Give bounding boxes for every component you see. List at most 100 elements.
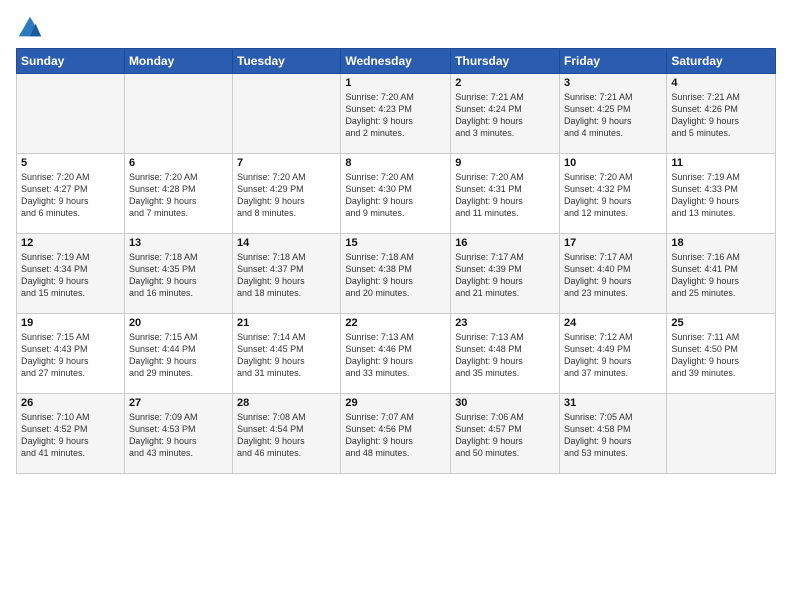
- day-content: Sunrise: 7:09 AM Sunset: 4:53 PM Dayligh…: [129, 411, 228, 460]
- calendar-weekday-header: Monday: [124, 49, 232, 74]
- day-content: Sunrise: 7:15 AM Sunset: 4:44 PM Dayligh…: [129, 331, 228, 380]
- calendar-weekday-header: Thursday: [451, 49, 560, 74]
- day-content: Sunrise: 7:18 AM Sunset: 4:37 PM Dayligh…: [237, 251, 336, 300]
- day-content: Sunrise: 7:20 AM Sunset: 4:32 PM Dayligh…: [564, 171, 662, 220]
- day-number: 1: [345, 77, 446, 89]
- calendar-cell: 20 Sunrise: 7:15 AM Sunset: 4:44 PM Dayli…: [124, 314, 232, 394]
- day-number: 25: [671, 317, 771, 329]
- day-number: 11: [671, 157, 771, 169]
- calendar-cell: [667, 394, 776, 474]
- calendar-cell: 19Sunrise: 7:15 AM Sunset: 4:43 PM Dayli…: [17, 314, 125, 394]
- day-number: 23: [455, 317, 555, 329]
- day-content: Sunrise: 7:08 AM Sunset: 4:54 PM Dayligh…: [237, 411, 336, 460]
- calendar-cell: [233, 74, 341, 154]
- day-number: 30: [455, 397, 555, 409]
- calendar-weekday-header: Sunday: [17, 49, 125, 74]
- calendar-cell: 17 Sunrise: 7:17 AM Sunset: 4:40 PM Dayli…: [560, 234, 667, 314]
- calendar-cell: 27 Sunrise: 7:09 AM Sunset: 4:53 PM Dayli…: [124, 394, 232, 474]
- day-number: 4: [671, 77, 771, 89]
- calendar-weekday-header: Wednesday: [341, 49, 451, 74]
- calendar-cell: 14 Sunrise: 7:18 AM Sunset: 4:37 PM Dayli…: [233, 234, 341, 314]
- calendar-weekday-header: Saturday: [667, 49, 776, 74]
- calendar-cell: 18 Sunrise: 7:16 AM Sunset: 4:41 PM Dayli…: [667, 234, 776, 314]
- logo-icon: [16, 14, 44, 42]
- day-content: Sunrise: 7:17 AM Sunset: 4:39 PM Dayligh…: [455, 251, 555, 300]
- calendar-cell: 12 Sunrise: 7:19 AM Sunset: 4:34 PM Dayli…: [17, 234, 125, 314]
- calendar-cell: 8 Sunrise: 7:20 AM Sunset: 4:30 PM Daylig…: [341, 154, 451, 234]
- main-container: SundayMondayTuesdayWednesdayThursdayFrid…: [0, 0, 792, 612]
- calendar-weekday-header: Friday: [560, 49, 667, 74]
- day-number: 18: [671, 237, 771, 249]
- calendar-cell: 23 Sunrise: 7:13 AM Sunset: 4:48 PM Dayli…: [451, 314, 560, 394]
- calendar-week-row: 1 Sunrise: 7:20 AM Sunset: 4:23 PM Daylig…: [17, 74, 776, 154]
- day-number: 16: [455, 237, 555, 249]
- calendar-cell: 5 Sunrise: 7:20 AM Sunset: 4:27 PM Daylig…: [17, 154, 125, 234]
- day-number: 17: [564, 237, 662, 249]
- day-content: Sunrise: 7:20 AM Sunset: 4:31 PM Dayligh…: [455, 171, 555, 220]
- calendar-cell: 10 Sunrise: 7:20 AM Sunset: 4:32 PM Dayli…: [560, 154, 667, 234]
- day-number: 15: [345, 237, 446, 249]
- calendar-cell: 3 Sunrise: 7:21 AM Sunset: 4:25 PM Daylig…: [560, 74, 667, 154]
- calendar-table: SundayMondayTuesdayWednesdayThursdayFrid…: [16, 48, 776, 474]
- day-number: 20: [129, 317, 228, 329]
- day-content: Sunrise: 7:20 AM Sunset: 4:28 PM Dayligh…: [129, 171, 228, 220]
- day-content: Sunrise: 7:20 AM Sunset: 4:23 PM Dayligh…: [345, 91, 446, 140]
- day-content: Sunrise: 7:10 AM Sunset: 4:52 PM Dayligh…: [21, 411, 120, 460]
- day-number: 28: [237, 397, 336, 409]
- day-content: Sunrise: 7:20 AM Sunset: 4:27 PM Dayligh…: [21, 171, 120, 220]
- day-content: Sunrise: 7:19 AM Sunset: 4:34 PM Dayligh…: [21, 251, 120, 300]
- day-number: 10: [564, 157, 662, 169]
- logo: [16, 14, 48, 42]
- day-content: Sunrise: 7:17 AM Sunset: 4:40 PM Dayligh…: [564, 251, 662, 300]
- day-number: 6: [129, 157, 228, 169]
- day-content: Sunrise: 7:19 AM Sunset: 4:33 PM Dayligh…: [671, 171, 771, 220]
- day-number: 13: [129, 237, 228, 249]
- calendar-header-row: SundayMondayTuesdayWednesdayThursdayFrid…: [17, 49, 776, 74]
- calendar-cell: 4 Sunrise: 7:21 AM Sunset: 4:26 PM Daylig…: [667, 74, 776, 154]
- day-content: Sunrise: 7:21 AM Sunset: 4:25 PM Dayligh…: [564, 91, 662, 140]
- day-number: 2: [455, 77, 555, 89]
- day-content: Sunrise: 7:21 AM Sunset: 4:26 PM Dayligh…: [671, 91, 771, 140]
- day-content: Sunrise: 7:13 AM Sunset: 4:46 PM Dayligh…: [345, 331, 446, 380]
- day-content: Sunrise: 7:20 AM Sunset: 4:29 PM Dayligh…: [237, 171, 336, 220]
- day-content: Sunrise: 7:13 AM Sunset: 4:48 PM Dayligh…: [455, 331, 555, 380]
- day-content: Sunrise: 7:11 AM Sunset: 4:50 PM Dayligh…: [671, 331, 771, 380]
- calendar-cell: 26 Sunrise: 7:10 AM Sunset: 4:52 PM Dayli…: [17, 394, 125, 474]
- day-number: 27: [129, 397, 228, 409]
- day-content: Sunrise: 7:16 AM Sunset: 4:41 PM Dayligh…: [671, 251, 771, 300]
- calendar-week-row: 19Sunrise: 7:15 AM Sunset: 4:43 PM Dayli…: [17, 314, 776, 394]
- calendar-weekday-header: Tuesday: [233, 49, 341, 74]
- calendar-cell: 25 Sunrise: 7:11 AM Sunset: 4:50 PM Dayli…: [667, 314, 776, 394]
- day-content: Sunrise: 7:18 AM Sunset: 4:38 PM Dayligh…: [345, 251, 446, 300]
- day-number: 12: [21, 237, 120, 249]
- day-content: Sunrise: 7:14 AM Sunset: 4:45 PM Dayligh…: [237, 331, 336, 380]
- calendar-cell: 1 Sunrise: 7:20 AM Sunset: 4:23 PM Daylig…: [341, 74, 451, 154]
- day-content: Sunrise: 7:20 AM Sunset: 4:30 PM Dayligh…: [345, 171, 446, 220]
- calendar-cell: 2 Sunrise: 7:21 AM Sunset: 4:24 PM Daylig…: [451, 74, 560, 154]
- day-number: 24: [564, 317, 662, 329]
- day-content: Sunrise: 7:21 AM Sunset: 4:24 PM Dayligh…: [455, 91, 555, 140]
- calendar-cell: 16 Sunrise: 7:17 AM Sunset: 4:39 PM Dayli…: [451, 234, 560, 314]
- day-number: 31: [564, 397, 662, 409]
- calendar-cell: 31 Sunrise: 7:05 AM Sunset: 4:58 PM Dayli…: [560, 394, 667, 474]
- header: [16, 10, 776, 42]
- day-content: Sunrise: 7:07 AM Sunset: 4:56 PM Dayligh…: [345, 411, 446, 460]
- calendar-cell: 22 Sunrise: 7:13 AM Sunset: 4:46 PM Dayli…: [341, 314, 451, 394]
- day-number: 5: [21, 157, 120, 169]
- day-number: 21: [237, 317, 336, 329]
- calendar-week-row: 12 Sunrise: 7:19 AM Sunset: 4:34 PM Dayli…: [17, 234, 776, 314]
- day-content: Sunrise: 7:18 AM Sunset: 4:35 PM Dayligh…: [129, 251, 228, 300]
- calendar-cell: 28 Sunrise: 7:08 AM Sunset: 4:54 PM Dayli…: [233, 394, 341, 474]
- day-content: Sunrise: 7:12 AM Sunset: 4:49 PM Dayligh…: [564, 331, 662, 380]
- day-number: 22: [345, 317, 446, 329]
- day-number: 8: [345, 157, 446, 169]
- calendar-cell: 7Sunrise: 7:20 AM Sunset: 4:29 PM Daylig…: [233, 154, 341, 234]
- calendar-cell: [124, 74, 232, 154]
- day-content: Sunrise: 7:05 AM Sunset: 4:58 PM Dayligh…: [564, 411, 662, 460]
- day-number: 3: [564, 77, 662, 89]
- calendar-cell: 21 Sunrise: 7:14 AM Sunset: 4:45 PM Dayli…: [233, 314, 341, 394]
- day-number: 26: [21, 397, 120, 409]
- calendar-cell: 13 Sunrise: 7:18 AM Sunset: 4:35 PM Dayli…: [124, 234, 232, 314]
- day-number: 14: [237, 237, 336, 249]
- calendar-cell: 11 Sunrise: 7:19 AM Sunset: 4:33 PM Dayli…: [667, 154, 776, 234]
